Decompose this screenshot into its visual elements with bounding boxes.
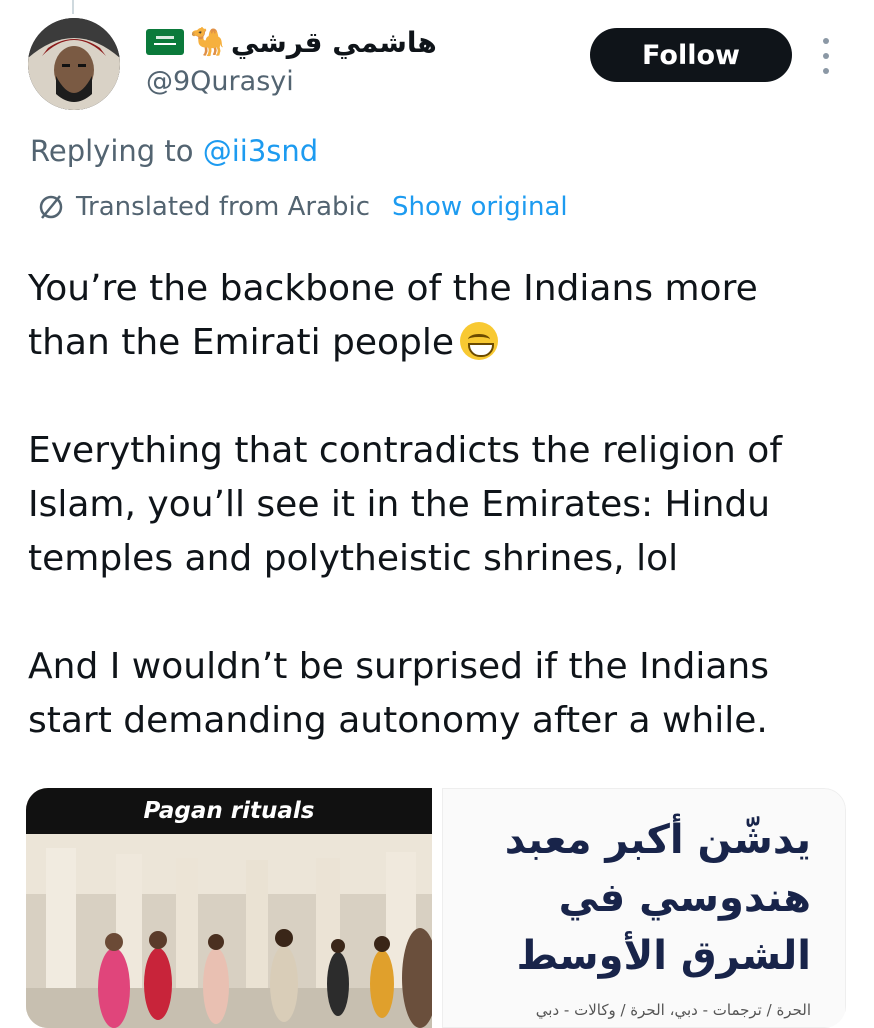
more-options-icon[interactable] [816,38,836,74]
translation-bar: Translated from Arabic Show original [36,192,568,222]
tweet-paragraph-2: Everything that contradicts the religion… [28,430,782,579]
grinning-face-emoji-icon [460,322,499,360]
reply-to-link[interactable]: @ii3snd [203,134,318,168]
author-name-row[interactable]: 🐪 هاشمي قرشي [146,22,437,62]
tweet-paragraph-1: You’re the backbone of the Indians more … [28,268,758,363]
follow-button[interactable]: Follow [590,28,792,82]
camel-icon: 🐪 [190,25,225,58]
avatar[interactable] [28,18,120,110]
thread-line [72,0,74,14]
reply-context: Replying to @ii3snd [30,134,318,168]
tweet-paragraph-3: And I wouldn’t be surprised if the India… [28,646,769,741]
author-display-name: هاشمي قرشي [230,25,437,59]
media-image-right[interactable]: يدشّن أكبر معبد هندوسي في الشرق الأوسط ا… [442,788,846,1028]
media-image-left[interactable]: Pagan rituals [26,788,432,1028]
media-attachment[interactable]: Pagan rituals يدشّن أكبر معبد هندوسي في … [26,788,846,1028]
show-original-link[interactable]: Show original [392,192,568,222]
tweet-text: You’re the backbone of the Indians more … [28,262,848,802]
media-arabic-line-1: يدشّن أكبر معبد [504,817,811,863]
media-arabic-line-2: هندوسي في [558,875,811,921]
media-source-credit: الحرة / ترجمات - دبي، الحرة / وكالات - د… [535,1001,811,1019]
translated-label: Translated from Arabic [76,192,371,222]
reply-prefix: Replying to [30,134,194,168]
media-arabic-line-3: الشرق الأوسط [516,933,811,979]
saudi-flag-icon [146,29,184,55]
author-handle[interactable]: @9Qurasyi [146,66,294,97]
media-banner-caption: Pagan rituals [26,788,432,834]
translate-icon [39,195,63,219]
